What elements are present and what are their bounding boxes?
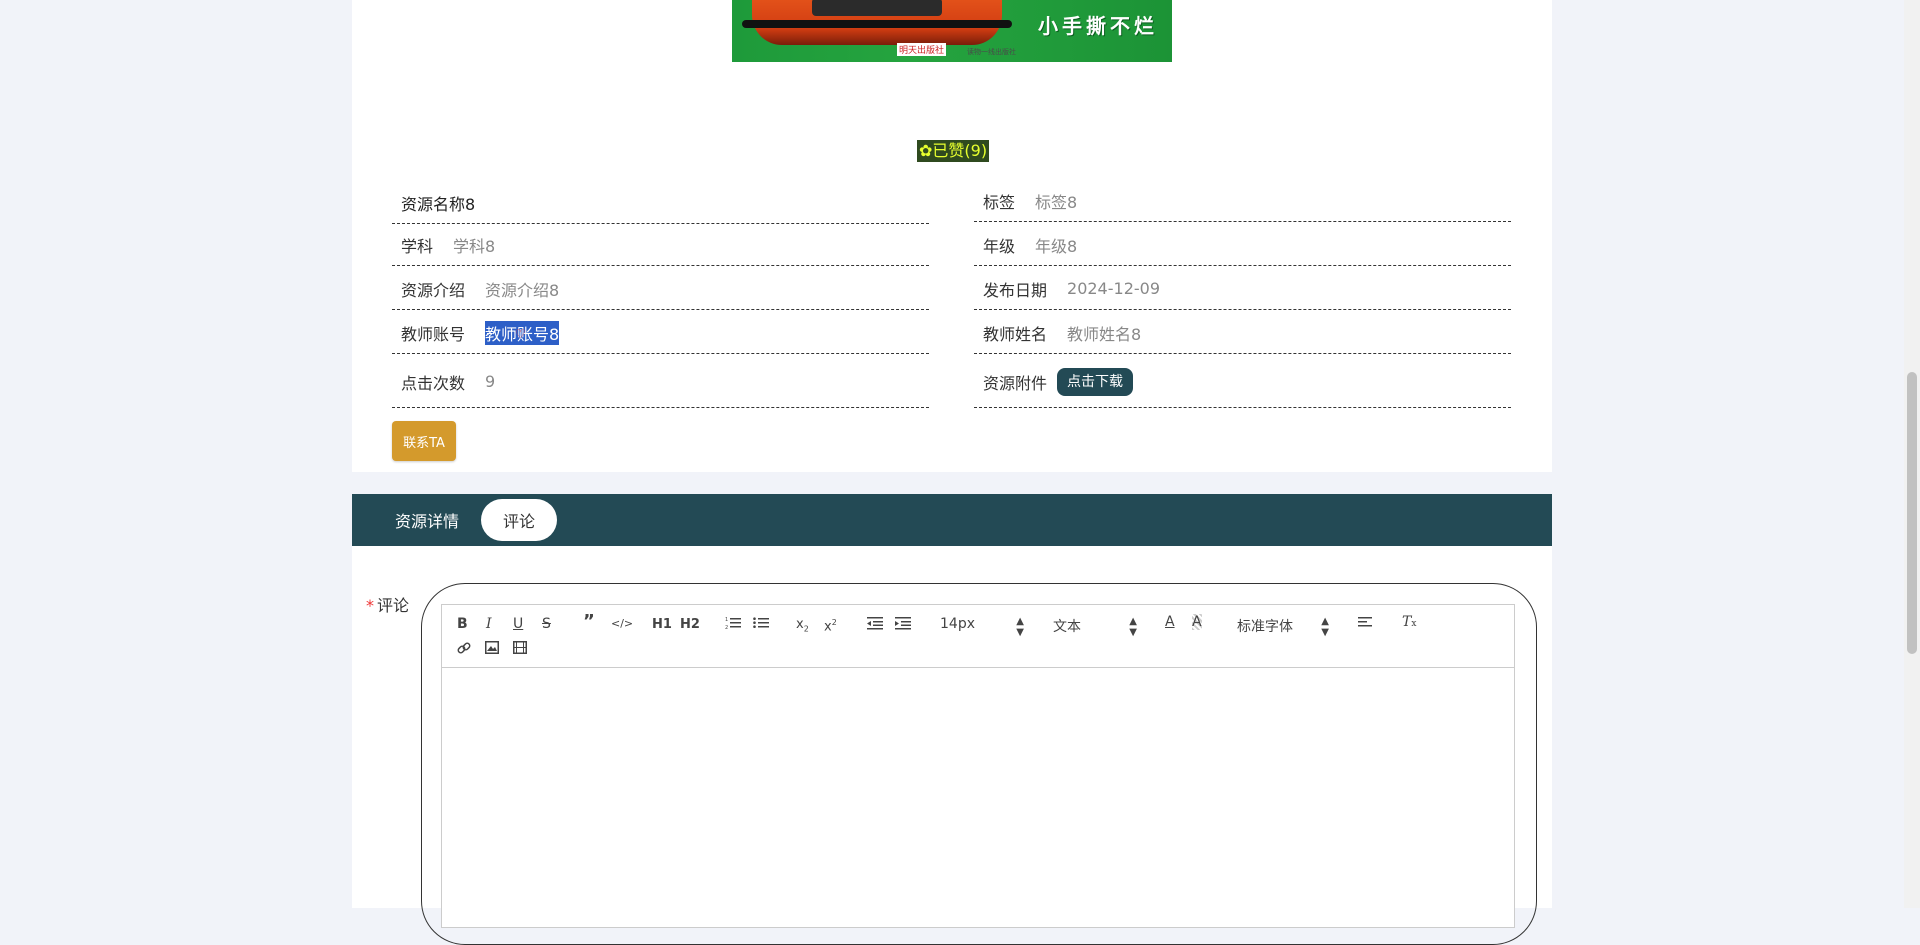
clicks-key: 点击次数 (401, 373, 466, 393)
italic-button[interactable]: I (486, 616, 492, 632)
detail-row-clicks: 点击次数 9 (392, 356, 929, 408)
select-arrows-icon: ▲ ▼ (1016, 616, 1024, 638)
grade-key: 年级 (983, 236, 1016, 256)
detail-row-intro: 资源介绍 资源介绍8 (392, 268, 929, 310)
download-button[interactable]: 点击下载 (1057, 367, 1134, 396)
detail-row-grade: 年级 年级8 (974, 224, 1511, 266)
font-size-value: 14px (940, 616, 975, 632)
cover-publisher-note: 读物一线出版社 (967, 48, 1016, 56)
bullet-list-icon[interactable] (753, 616, 769, 630)
svg-text:2: 2 (725, 625, 728, 630)
teacher-account-value[interactable]: 教师账号8 ♡ (485, 320, 560, 345)
image-icon[interactable] (485, 641, 499, 654)
strike-button[interactable]: S (542, 616, 551, 632)
detail-row-name: 资源名称8 (392, 182, 929, 224)
font-size-select[interactable]: 14px ▲ ▼ (940, 616, 1024, 638)
cover-slogan: 小手撕不烂 (1038, 14, 1158, 38)
indent-icon[interactable] (895, 616, 911, 630)
select-arrows-icon: ▲ ▼ (1129, 616, 1137, 638)
clicks-value: 9 (485, 372, 496, 391)
ordered-list-icon[interactable]: 12 (725, 616, 741, 630)
intro-value: 资源介绍8 (485, 280, 560, 300)
cover-car-illustration (742, 0, 1012, 45)
text-cursor-icon: ♡ (515, 326, 526, 341)
header-select[interactable]: 文本 ▲ ▼ (1053, 616, 1137, 638)
comment-label: * 评论 (366, 592, 409, 616)
teacher-name-key: 教师姓名 (983, 324, 1048, 344)
tab-bar: 资源详情 评论 (352, 494, 1552, 546)
editor-toolbar (441, 604, 1515, 668)
font-color-icon[interactable]: A (1165, 614, 1175, 630)
required-mark: * (366, 596, 374, 615)
cover-publisher: 明天出版社 (897, 43, 947, 56)
comment-label-text: 评论 (377, 596, 410, 615)
detail-row-date: 发布日期 2024-12-09 (974, 268, 1511, 310)
background-color-icon[interactable]: A (1192, 614, 1202, 630)
teacher-name-value: 教师姓名8 (1067, 324, 1142, 344)
detail-row-attachment: 资源附件 点击下载 (974, 356, 1511, 408)
tab-comments[interactable]: 评论 (481, 499, 558, 541)
h1-button[interactable]: H1 (652, 617, 672, 633)
svg-text:1: 1 (725, 617, 728, 623)
select-arrows-icon: ▲ ▼ (1321, 616, 1329, 638)
grade-value: 年级8 (1035, 236, 1078, 256)
code-icon[interactable]: </> (611, 616, 633, 632)
thumb-icon: ✿ (919, 141, 933, 160)
align-icon[interactable] (1358, 616, 1374, 630)
intro-key: 资源介绍 (401, 280, 466, 300)
teacher-account-key: 教师账号 (401, 324, 466, 344)
outdent-icon[interactable] (867, 616, 883, 630)
subscript-icon[interactable]: x2 (796, 617, 809, 638)
tag-value: 标签8 (1035, 192, 1078, 212)
page-scrollbar-thumb[interactable] (1907, 372, 1917, 654)
clear-format-icon[interactable]: Tx (1402, 614, 1416, 632)
tab-resource-details[interactable]: 资源详情 (373, 499, 481, 541)
detail-row-teacher-account: 教师账号 教师账号8 ♡ (392, 312, 929, 354)
like-button[interactable]: ✿已赞(9) (917, 140, 990, 162)
resource-cover-image: 小手撕不烂 明天出版社 读物一线出版社 (732, 0, 1172, 62)
video-icon[interactable] (513, 641, 527, 654)
comment-text-area[interactable] (441, 668, 1515, 928)
link-icon[interactable] (457, 641, 471, 655)
superscript-icon[interactable]: x2 (824, 615, 837, 635)
attachment-key: 资源附件 (983, 373, 1048, 393)
blockquote-icon[interactable]: ” (583, 613, 595, 631)
subject-key: 学科 (401, 236, 434, 256)
subject-value: 学科8 (453, 236, 496, 256)
font-family-select[interactable]: 标准字体 ▲ ▼ (1237, 616, 1329, 638)
contact-button[interactable]: 联系TA (392, 421, 456, 461)
like-label: 已赞(9) (932, 141, 988, 160)
h2-button[interactable]: H2 (680, 617, 700, 633)
tag-key: 标签 (983, 192, 1016, 212)
header-select-value: 文本 (1053, 619, 1081, 635)
font-family-value: 标准字体 (1237, 619, 1293, 635)
date-key: 发布日期 (983, 280, 1048, 300)
bold-button[interactable]: B (457, 616, 468, 632)
detail-row-tag: 标签 标签8 (974, 180, 1511, 222)
underline-button[interactable]: U (513, 616, 523, 632)
date-value: 2024-12-09 (1067, 279, 1160, 298)
detail-row-teacher-name: 教师姓名 教师姓名8 (974, 312, 1511, 354)
detail-row-subject: 学科 学科8 (392, 224, 929, 266)
resource-name: 资源名称8 (401, 194, 476, 214)
